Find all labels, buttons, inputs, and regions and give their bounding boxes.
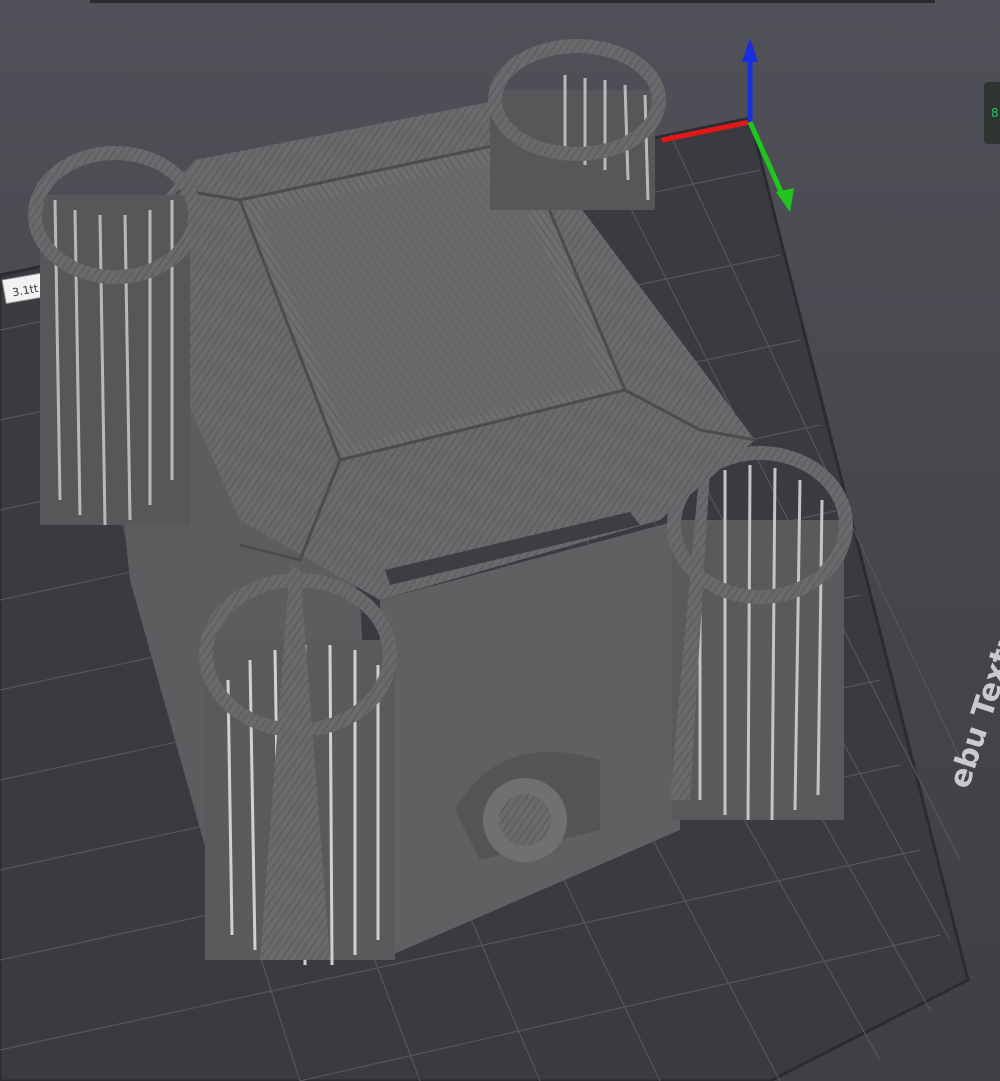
scene-canvas[interactable]: 3.1tt ebu Textured PEI Plate xyxy=(0,0,1000,1081)
3d-viewport[interactable]: 3.1tt ebu Textured PEI Plate xyxy=(0,0,1000,1081)
tower-back-left[interactable] xyxy=(28,146,202,526)
side-panel-tab[interactable]: 8 xyxy=(984,82,1000,144)
side-tab-text: 8 xyxy=(991,106,999,120)
tower-back-right[interactable] xyxy=(488,39,666,210)
plate-label: ebu Textured PEI Plate xyxy=(942,417,1000,793)
